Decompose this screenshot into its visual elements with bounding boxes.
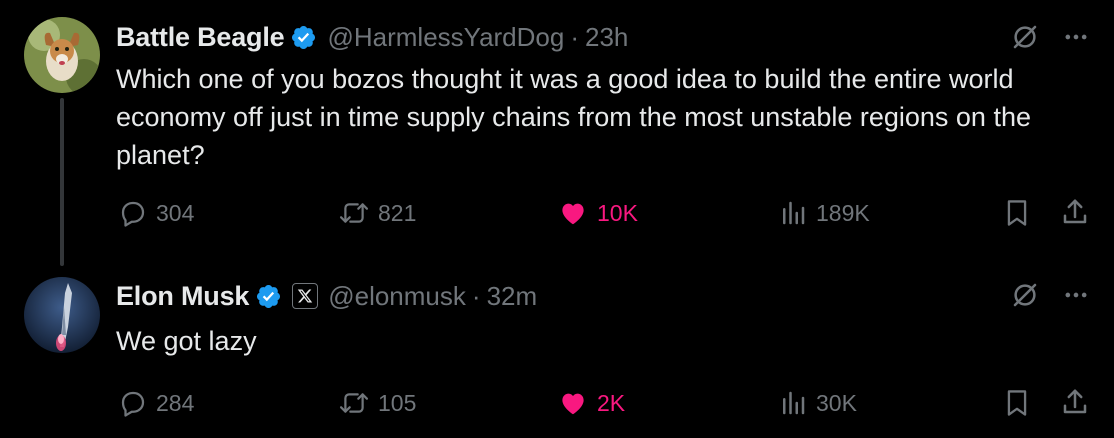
avatar[interactable] — [24, 277, 100, 353]
author-name[interactable]: Battle Beagle — [116, 22, 285, 53]
like-count: 2K — [597, 389, 626, 416]
bookmark-icon[interactable] — [1004, 198, 1030, 228]
grok-icon[interactable] — [1010, 280, 1040, 310]
repost-count: 105 — [378, 389, 417, 416]
verified-badge-icon — [257, 284, 281, 308]
author-name[interactable]: Elon Musk — [116, 281, 249, 312]
repost-button[interactable]: 105 — [338, 387, 416, 419]
views-icon — [783, 391, 805, 415]
repost-icon — [339, 393, 369, 413]
repost-count: 821 — [378, 199, 417, 226]
like-icon — [562, 393, 584, 415]
separator: · — [570, 21, 580, 52]
thread-line — [60, 98, 64, 266]
tweet-text: Which one of you bozos thought it was a … — [116, 64, 1031, 170]
like-count: 10K — [597, 199, 638, 226]
bookmark-icon[interactable] — [1004, 388, 1030, 418]
author-handle[interactable]: @elonmusk — [328, 281, 466, 312]
verified-badge-icon — [292, 25, 316, 49]
views-button[interactable]: 189K — [778, 197, 870, 229]
more-icon[interactable] — [1062, 23, 1090, 51]
separator: · — [471, 280, 481, 311]
author-handle[interactable]: @HarmlessYardDog — [327, 22, 564, 53]
tweet[interactable]: Battle Beagle @HarmlessYardDog · 23h Whi… — [0, 0, 1114, 270]
tweet-top-actions — [1010, 22, 1090, 52]
tweet-top-actions — [1010, 280, 1090, 310]
tweet-action-bar: 284 105 2K 30K — [118, 387, 1090, 419]
x-affiliate-icon — [292, 283, 319, 309]
views-icon — [783, 201, 805, 225]
view-count: 189K — [816, 199, 870, 226]
share-icon[interactable] — [1060, 197, 1090, 227]
view-count: 30K — [816, 389, 857, 416]
tweet-action-bar: 304 821 10K 189K — [118, 197, 1090, 229]
views-button[interactable]: 30K — [778, 387, 857, 419]
reply-count: 284 — [156, 389, 195, 416]
avatar[interactable] — [24, 17, 100, 93]
tweet-header: Elon Musk @elonmusk · 32m — [116, 279, 537, 313]
timestamp[interactable]: 23h — [585, 22, 628, 53]
reply-count: 304 — [156, 199, 195, 226]
repost-button[interactable]: 821 — [338, 197, 416, 229]
like-icon — [562, 203, 584, 225]
reply-button[interactable]: 284 — [118, 387, 194, 419]
repost-icon — [339, 203, 369, 223]
tweet-header: Battle Beagle @HarmlessYardDog · 23h — [116, 20, 628, 54]
tweet-text: We got lazy — [116, 326, 257, 356]
like-button[interactable]: 2K — [557, 387, 625, 419]
reply-icon — [121, 201, 145, 227]
reply-icon — [121, 391, 145, 417]
like-button[interactable]: 10K — [557, 197, 638, 229]
grok-icon[interactable] — [1010, 22, 1040, 52]
share-icon[interactable] — [1060, 387, 1090, 417]
more-icon[interactable] — [1062, 281, 1090, 309]
timestamp[interactable]: 32m — [487, 281, 538, 312]
reply-button[interactable]: 304 — [118, 197, 194, 229]
